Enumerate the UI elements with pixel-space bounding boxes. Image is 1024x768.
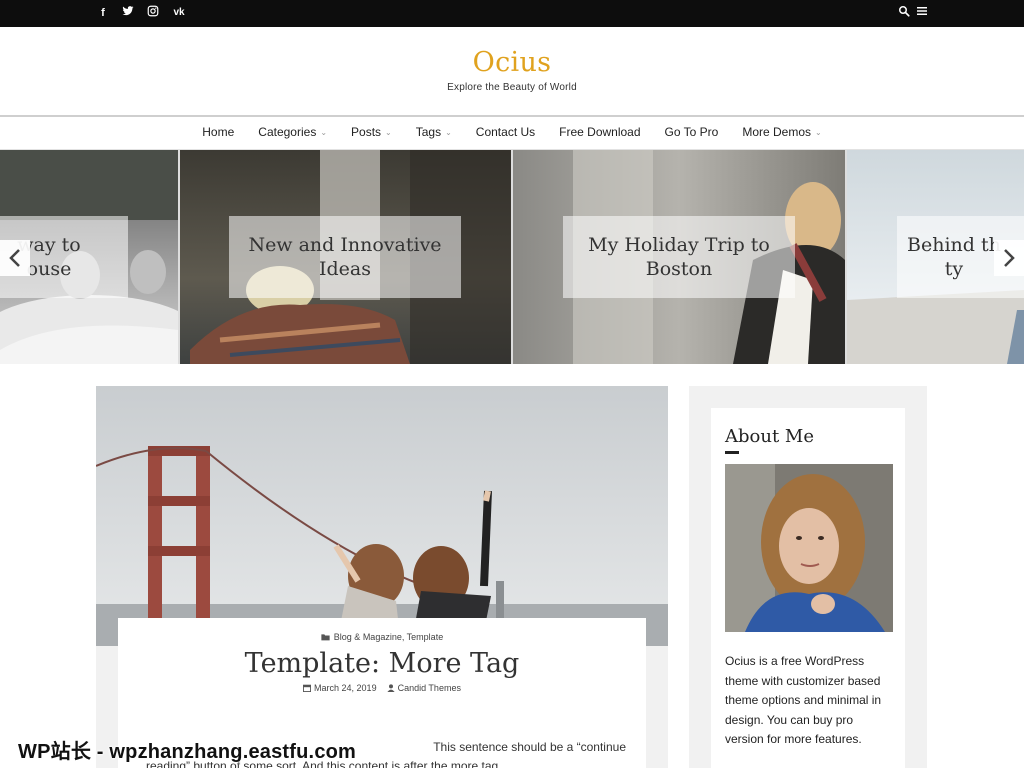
- nav-item-label: Contact Us: [475, 125, 536, 139]
- nav-item-label: Tags: [415, 125, 442, 139]
- post-categories: Blog & Magazine, Template: [118, 632, 646, 642]
- nav-item-more-demos[interactable]: More Demos ⌄: [742, 125, 821, 139]
- post-author-text: Candid Themes: [397, 683, 461, 693]
- top-bar: f vk: [0, 0, 1024, 27]
- chevron-left-icon: [9, 249, 20, 267]
- nav-item-tags[interactable]: Tags ⌄: [416, 125, 452, 139]
- post-meta: March 24, 2019 Candid Themes: [118, 683, 646, 693]
- featured-slider: way to ouse New and Innovative Ideas My …: [0, 150, 1024, 364]
- nav-item-go-to-pro[interactable]: Go To Pro: [665, 125, 719, 139]
- slide-caption[interactable]: New and Innovative Ideas: [229, 216, 461, 298]
- slider-next-button[interactable]: [994, 240, 1024, 276]
- nav-item-label: Categories: [258, 125, 317, 139]
- slide-caption[interactable]: My Holiday Trip to Boston: [563, 216, 795, 298]
- nav-item-label: Free Download: [559, 125, 641, 139]
- menu-icon[interactable]: [916, 5, 928, 17]
- instagram-icon[interactable]: [146, 5, 160, 22]
- nav-item-label: Posts: [351, 125, 382, 139]
- nav-item-contact-us[interactable]: Contact Us: [476, 125, 535, 139]
- slider-prev-button[interactable]: [0, 240, 30, 276]
- folder-icon: [321, 634, 330, 641]
- nav-item-label: Go To Pro: [664, 125, 719, 139]
- chevron-down-icon: ⌄: [320, 127, 328, 137]
- post-image-graphic: [96, 386, 668, 646]
- post-featured-image[interactable]: [96, 386, 668, 646]
- post-date-text: March 24, 2019: [314, 683, 377, 693]
- twitter-icon[interactable]: [121, 5, 135, 22]
- site-watermark: WP站长 - wpzhanzhang.eastfu.com: [18, 741, 357, 763]
- post-author[interactable]: Candid Themes: [386, 683, 461, 693]
- nav-item-label: Home: [202, 125, 235, 139]
- calendar-icon: [303, 684, 312, 692]
- about-me-photo: [725, 464, 893, 632]
- portrait-image: [725, 464, 893, 632]
- nav-item-home[interactable]: Home: [202, 125, 234, 139]
- widget-title-underline: [725, 451, 739, 454]
- nav-item-label: More Demos: [742, 125, 812, 139]
- nav-item-free-download[interactable]: Free Download: [559, 125, 640, 139]
- slide-2[interactable]: New and Innovative Ideas: [180, 150, 511, 364]
- post-category-links[interactable]: Blog & Magazine, Template: [334, 632, 443, 642]
- site-header: Ocius Explore the Beauty of World: [0, 27, 1024, 115]
- about-me-text: Ocius is a free WordPress theme with cus…: [725, 654, 882, 746]
- main-navigation: Home Categories ⌄ Posts ⌄ Tags ⌄ Contact Us Free…: [0, 115, 1024, 150]
- facebook-icon[interactable]: f: [96, 5, 110, 22]
- slide-3[interactable]: My Holiday Trip to Boston: [513, 150, 845, 364]
- header-tools: [898, 5, 928, 17]
- nav-item-categories[interactable]: Categories ⌄: [258, 125, 327, 139]
- site-tagline: Explore the Beauty of World: [447, 82, 577, 93]
- chevron-down-icon: ⌄: [385, 127, 392, 137]
- nav-menu: Home Categories ⌄ Posts ⌄ Tags ⌄ Contact Us Free…: [0, 125, 1024, 139]
- nav-item-posts[interactable]: Posts ⌄: [351, 125, 392, 139]
- chevron-down-icon: ⌄: [445, 127, 452, 137]
- social-links: f vk: [96, 5, 187, 22]
- user-icon: [386, 684, 395, 692]
- post-card: Blog & Magazine, Template Template: More…: [96, 386, 668, 768]
- search-icon[interactable]: [898, 5, 910, 17]
- vk-icon[interactable]: vk: [171, 5, 187, 22]
- about-me-widget: About Me Ocius is a free WordPress theme…: [711, 408, 905, 768]
- chevron-down-icon: ⌄: [815, 127, 822, 137]
- post-date[interactable]: March 24, 2019: [303, 683, 377, 693]
- sidebar: About Me Ocius is a free WordPress theme…: [689, 386, 927, 768]
- widget-title: About Me: [725, 426, 814, 447]
- post-title[interactable]: Template: More Tag: [118, 648, 646, 679]
- site-title[interactable]: Ocius: [0, 47, 1024, 78]
- chevron-right-icon: [1004, 249, 1015, 267]
